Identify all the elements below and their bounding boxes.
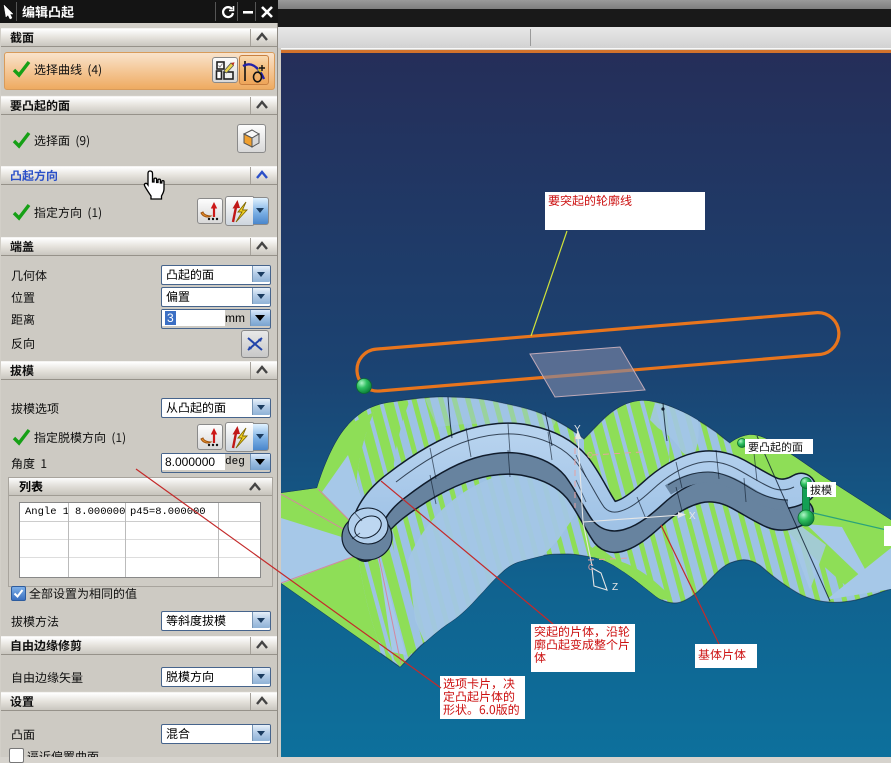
svg-text:C: C (588, 563, 594, 572)
svg-text:Y: Y (574, 424, 581, 435)
svg-text:Z: Z (612, 582, 618, 593)
svg-text:C: C (587, 451, 593, 460)
svg-text:X: X (689, 511, 696, 522)
